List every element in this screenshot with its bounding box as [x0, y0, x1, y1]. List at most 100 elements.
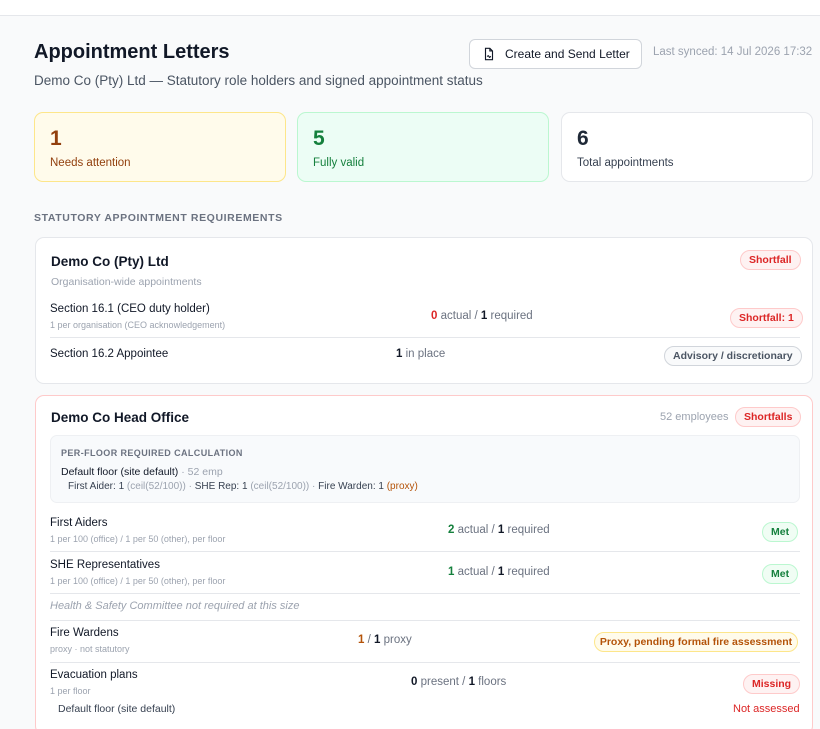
- actual-word: actual /: [457, 566, 495, 578]
- per-floor-calculation: PER-FLOOR REQUIRED CALCULATION Default f…: [50, 435, 800, 503]
- requirement-name: Fire Wardens: [50, 627, 119, 639]
- separator: ·: [188, 481, 192, 492]
- divider: [50, 620, 800, 621]
- page-subtitle: Demo Co (Pty) Ltd — Statutory role holde…: [34, 73, 483, 88]
- requirement-name: SHE Representatives: [50, 559, 160, 571]
- required-count: 1: [480, 310, 488, 322]
- last-synced-text: Last synced: 14 Jul 2026 17:32: [653, 46, 813, 58]
- requirement-row: Section 16.1 (CEO duty holder) 1 per org…: [50, 300, 803, 336]
- status-badge: Shortfalls: [735, 407, 802, 427]
- create-send-letter-button[interactable]: Create and Send Letter: [469, 39, 642, 69]
- stat-value: 5: [313, 127, 325, 150]
- requirement-count: 0 present / 1 floors: [411, 676, 506, 688]
- site-card-title: Demo Co Head Office: [51, 410, 190, 425]
- divider: [50, 337, 800, 338]
- org-card-subtitle: Organisation-wide appointments: [51, 276, 202, 288]
- stat-fully-valid[interactable]: 5 Fully valid: [297, 112, 549, 182]
- divider: [50, 593, 800, 594]
- actual-count: 0: [431, 310, 438, 322]
- floors-word: floors: [478, 676, 507, 688]
- stat-value: 1: [50, 127, 62, 150]
- requirement-row: Evacuation plans 1 per floor 0 present /…: [50, 666, 801, 726]
- requirement-count: 2 actual / 1 required: [448, 524, 550, 536]
- requirement-name: First Aiders: [50, 517, 108, 529]
- fa-calc: (ceil(52/100)): [126, 481, 186, 492]
- requirement-name: Evacuation plans: [50, 669, 138, 681]
- requirement-count: 1 in place: [396, 348, 445, 360]
- required-word: required: [507, 566, 550, 578]
- requirement-count: 1 / 1 proxy: [358, 634, 412, 646]
- stat-label: Total appointments: [577, 157, 674, 169]
- fw-val: 1: [378, 481, 384, 492]
- divider: [50, 662, 800, 663]
- present-count: 0: [411, 676, 418, 688]
- requirement-rule: 1 per 100 (office) / 1 per 50 (other), p…: [50, 534, 226, 544]
- required-word: required: [490, 310, 533, 322]
- in-place-count: 1: [396, 348, 403, 360]
- committee-note: Health & Safety Committee not required a…: [50, 600, 300, 612]
- required-word: required: [507, 524, 550, 536]
- status-badge: Shortfall: [740, 250, 801, 270]
- org-card-title: Demo Co (Pty) Ltd: [51, 254, 169, 269]
- stat-label: Fully valid: [313, 157, 365, 169]
- requirement-count: 1 actual / 1 required: [448, 566, 550, 578]
- separator: /: [367, 634, 371, 646]
- employee-count: 52 employees: [660, 411, 729, 423]
- actual-word: actual /: [457, 524, 495, 536]
- requirement-row: Section 16.2 Appointee 1 in place Adviso…: [50, 340, 802, 374]
- requirement-rule: proxy · not statutory: [50, 644, 130, 654]
- stat-value: 6: [577, 127, 589, 150]
- fw-proxy: (proxy): [386, 481, 418, 492]
- actual-word: actual /: [440, 310, 478, 322]
- calc-floor: Default floor (site default) · 52 emp: [61, 466, 223, 478]
- present-word: present /: [420, 676, 466, 688]
- org-card: Demo Co (Pty) Ltd Organisation-wide appo…: [35, 237, 813, 384]
- requirement-rule: 1 per organisation (CEO acknowledgement): [50, 320, 226, 330]
- required-count: 1: [497, 524, 505, 536]
- floor-status: Not assessed: [733, 703, 800, 715]
- requirement-count: 0 actual / 1 required: [431, 310, 533, 322]
- status-badge: Met: [762, 522, 799, 542]
- she-label: SHE Rep:: [194, 481, 240, 492]
- floor-emp: · 52 emp: [181, 466, 223, 478]
- fa-val: 1: [118, 481, 125, 492]
- calc-heading: PER-FLOOR REQUIRED CALCULATION: [61, 448, 243, 458]
- requirement-rule: 1 per 100 (office) / 1 per 50 (other), p…: [50, 576, 226, 586]
- floors-count: 1: [468, 676, 475, 688]
- stat-needs-attention[interactable]: 1 Needs attention: [34, 112, 286, 182]
- actual-count: 1: [358, 634, 365, 646]
- required-count: 1: [374, 634, 381, 646]
- calc-breakdown: First Aider: 1 (ceil(52/100)) · SHE Rep:…: [68, 481, 418, 492]
- section-heading: STATUTORY APPOINTMENT REQUIREMENTS: [34, 212, 283, 224]
- document-signature-icon: [484, 47, 494, 61]
- floor-label: Default floor (site default): [58, 703, 176, 715]
- requirement-row: Fire Wardens proxy · not statutory 1 / 1…: [50, 624, 800, 662]
- fa-label: First Aider:: [68, 481, 116, 492]
- divider: [50, 551, 800, 552]
- proxy-word: proxy: [383, 634, 412, 646]
- requirement-row: First Aiders 1 per 100 (office) / 1 per …: [50, 512, 800, 550]
- she-calc: (ceil(52/100)): [250, 481, 310, 492]
- requirement-name: Section 16.2 Appointee: [50, 348, 169, 360]
- page-title: Appointment Letters: [34, 41, 230, 63]
- requirement-name: Section 16.1 (CEO duty holder): [50, 303, 210, 315]
- requirement-row: SHE Representatives 1 per 100 (office) /…: [50, 554, 800, 592]
- stat-total-appointments[interactable]: 6 Total appointments: [561, 112, 813, 182]
- status-badge: Missing: [743, 674, 801, 694]
- required-count: 1: [497, 566, 505, 578]
- actual-count: 2: [448, 524, 455, 536]
- in-place-word: in place: [405, 348, 446, 360]
- requirement-rule: 1 per floor: [50, 686, 91, 696]
- status-badge: Met: [762, 564, 799, 584]
- site-card: Demo Co Head Office 52 employees Shortfa…: [35, 395, 813, 729]
- she-val: 1: [242, 481, 248, 492]
- fw-label: Fire Warden:: [318, 481, 376, 492]
- page-header: Appointment Letters Demo Co (Pty) Ltd — …: [34, 38, 820, 98]
- stat-label: Needs attention: [50, 157, 131, 169]
- status-badge: Proxy, pending formal fire assessment: [594, 632, 798, 652]
- top-bar: [0, 0, 820, 16]
- status-badge: Shortfall: 1: [730, 308, 803, 328]
- actual-count: 1: [448, 566, 455, 578]
- floor-name: Default floor (site default): [61, 466, 179, 478]
- status-badge: Advisory / discretionary: [664, 346, 802, 366]
